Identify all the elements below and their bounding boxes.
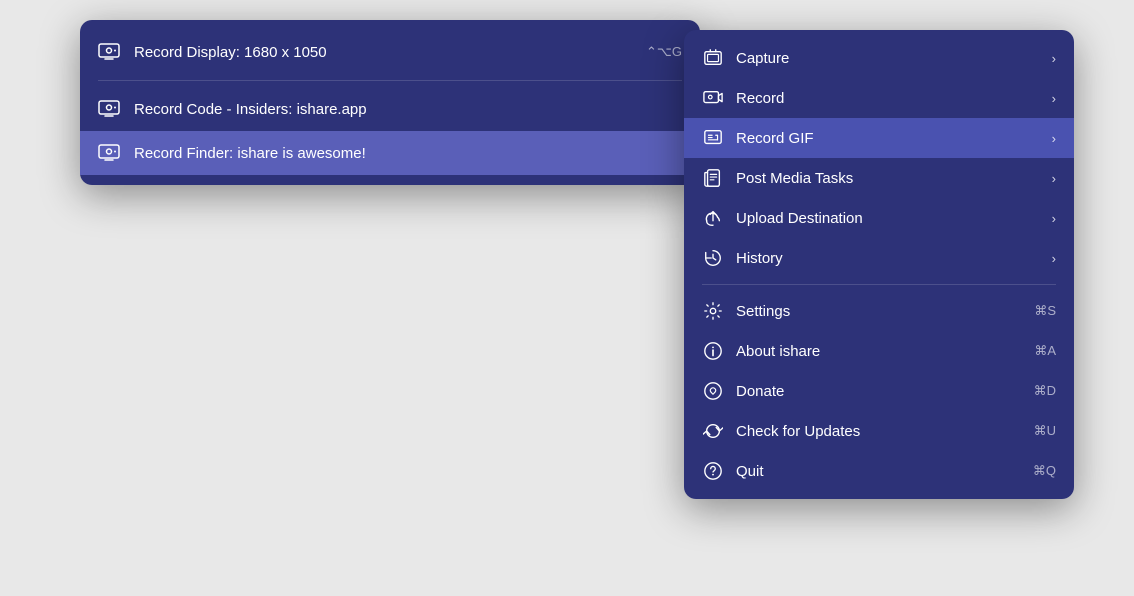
record-gif-label: Record GIF <box>736 130 1052 147</box>
record-screen-icon-3 <box>98 142 120 164</box>
record-label: Record <box>736 90 1052 107</box>
record-gif-arrow: › <box>1052 131 1056 146</box>
record-gif-icon <box>702 127 724 149</box>
submenu-item-record-finder[interactable]: Record Finder: ishare is awesome! <box>80 131 700 175</box>
record-screen-icon <box>98 41 120 63</box>
menu-item-update[interactable]: Check for Updates ⌘U <box>684 411 1074 451</box>
donate-shortcut: ⌘D <box>1034 383 1056 399</box>
menu-divider-1 <box>702 284 1056 285</box>
record-icon <box>702 87 724 109</box>
donate-label: Donate <box>736 383 1034 400</box>
history-arrow: › <box>1052 251 1056 266</box>
capture-arrow: › <box>1052 51 1056 66</box>
submenu-label-record-display: Record Display: 1680 x 1050 <box>134 44 646 61</box>
post-media-icon <box>702 167 724 189</box>
capture-icon <box>702 47 724 69</box>
settings-label: Settings <box>736 303 1034 320</box>
submenu-shortcut-record-display: ⌃⌥G <box>646 44 682 60</box>
menu-item-upload[interactable]: Upload Destination › <box>684 198 1074 238</box>
menu-item-settings[interactable]: Settings ⌘S <box>684 291 1074 331</box>
menu-item-history[interactable]: History › <box>684 238 1074 278</box>
submenu-label-record-finder: Record Finder: ishare is awesome! <box>134 145 682 162</box>
main-menu: Capture › Record › Record GIF › <box>684 30 1074 499</box>
about-label: About ishare <box>736 343 1034 360</box>
menu-item-donate[interactable]: Donate ⌘D <box>684 371 1074 411</box>
submenu: Record Display: 1680 x 1050 ⌃⌥G Record C… <box>80 20 700 185</box>
settings-icon <box>702 300 724 322</box>
upload-arrow: › <box>1052 211 1056 226</box>
donate-icon <box>702 380 724 402</box>
history-icon <box>702 247 724 269</box>
post-media-label: Post Media Tasks <box>736 170 1052 187</box>
menu-item-capture[interactable]: Capture › <box>684 38 1074 78</box>
update-label: Check for Updates <box>736 423 1034 440</box>
upload-icon <box>702 207 724 229</box>
submenu-item-record-code[interactable]: Record Code - Insiders: ishare.app <box>80 87 700 131</box>
history-label: History <box>736 250 1052 267</box>
menu-item-about[interactable]: About ishare ⌘A <box>684 331 1074 371</box>
upload-label: Upload Destination <box>736 210 1052 227</box>
post-media-arrow: › <box>1052 171 1056 186</box>
about-shortcut: ⌘A <box>1034 343 1056 359</box>
quit-shortcut: ⌘Q <box>1033 463 1056 479</box>
info-icon <box>702 340 724 362</box>
submenu-label-record-code: Record Code - Insiders: ishare.app <box>134 101 682 118</box>
capture-label: Capture <box>736 50 1052 67</box>
menu-item-post-media[interactable]: Post Media Tasks › <box>684 158 1074 198</box>
settings-shortcut: ⌘S <box>1034 303 1056 319</box>
menu-item-record-gif[interactable]: Record GIF › <box>684 118 1074 158</box>
quit-label: Quit <box>736 463 1033 480</box>
update-shortcut: ⌘U <box>1034 423 1056 439</box>
update-icon <box>702 420 724 442</box>
quit-icon <box>702 460 724 482</box>
menu-item-quit[interactable]: Quit ⌘Q <box>684 451 1074 491</box>
record-arrow: › <box>1052 91 1056 106</box>
menu-item-record[interactable]: Record › <box>684 78 1074 118</box>
submenu-item-record-display[interactable]: Record Display: 1680 x 1050 ⌃⌥G <box>80 30 700 74</box>
submenu-divider-1 <box>98 80 682 81</box>
record-screen-icon-2 <box>98 98 120 120</box>
